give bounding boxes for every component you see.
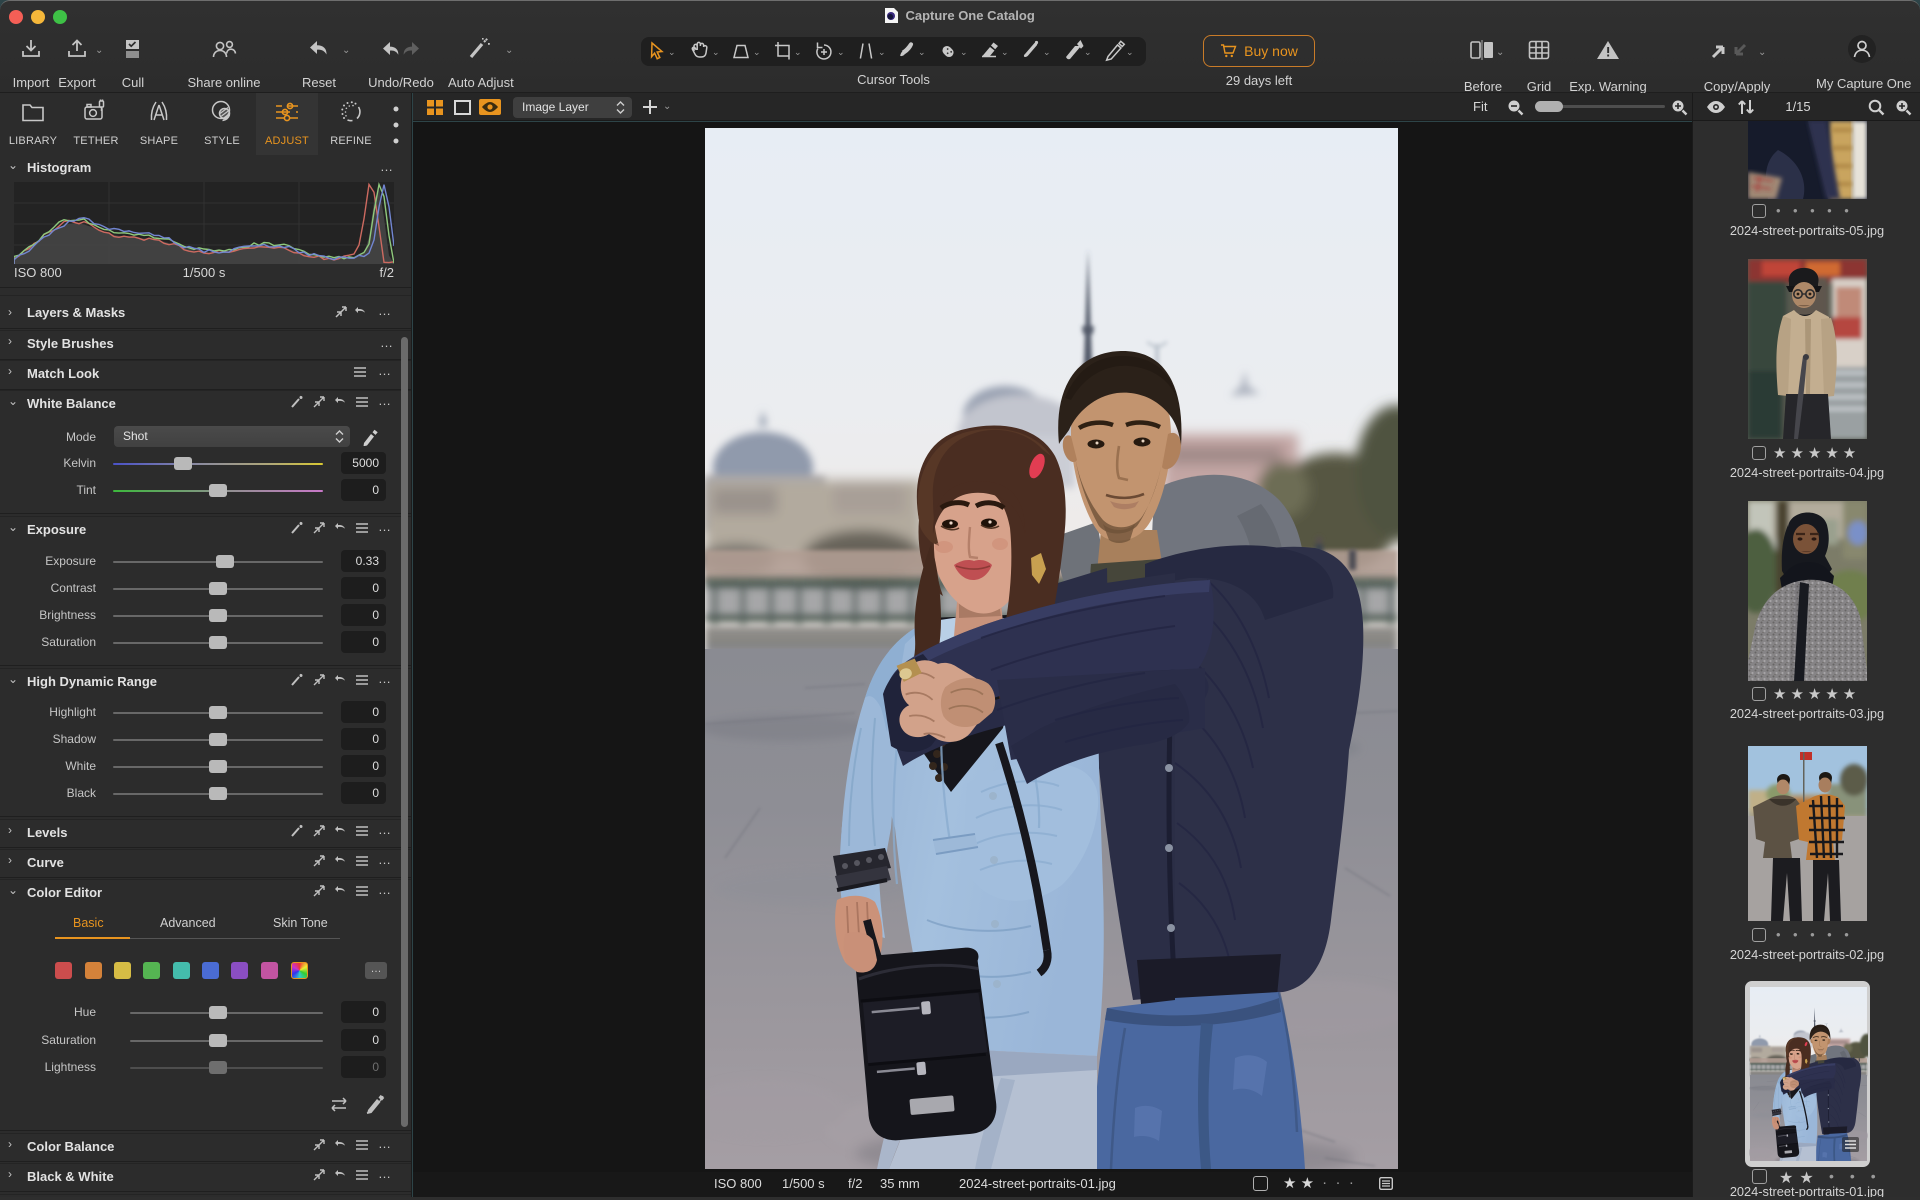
svg-text:…: … [378, 854, 391, 867]
svg-text:⌄: ⌄ [878, 47, 886, 57]
svg-text:…: … [378, 521, 391, 534]
svg-text:…: … [378, 884, 391, 897]
svg-text:⌄: ⌄ [1084, 47, 1092, 57]
svg-text:…: … [378, 1168, 391, 1181]
svg-text:⌄: ⌄ [712, 47, 720, 57]
svg-text:…: … [378, 673, 391, 686]
svg-text:⌄: ⌄ [1001, 47, 1009, 57]
svg-text:…: … [378, 305, 391, 318]
svg-text:⌄: ⌄ [1126, 47, 1134, 57]
svg-text:⌄: ⌄ [1043, 47, 1051, 57]
svg-text:…: … [378, 365, 391, 378]
svg-text:⌄: ⌄ [794, 47, 802, 57]
svg-text:⌄: ⌄ [960, 47, 968, 57]
svg-text:…: … [378, 395, 391, 408]
svg-text:⌄: ⌄ [837, 47, 845, 57]
svg-text:⌄: ⌄ [918, 47, 926, 57]
svg-text:…: … [378, 1138, 391, 1151]
svg-text:⌄: ⌄ [753, 47, 761, 57]
svg-text:⌄: ⌄ [668, 47, 676, 57]
svg-text:…: … [378, 824, 391, 837]
